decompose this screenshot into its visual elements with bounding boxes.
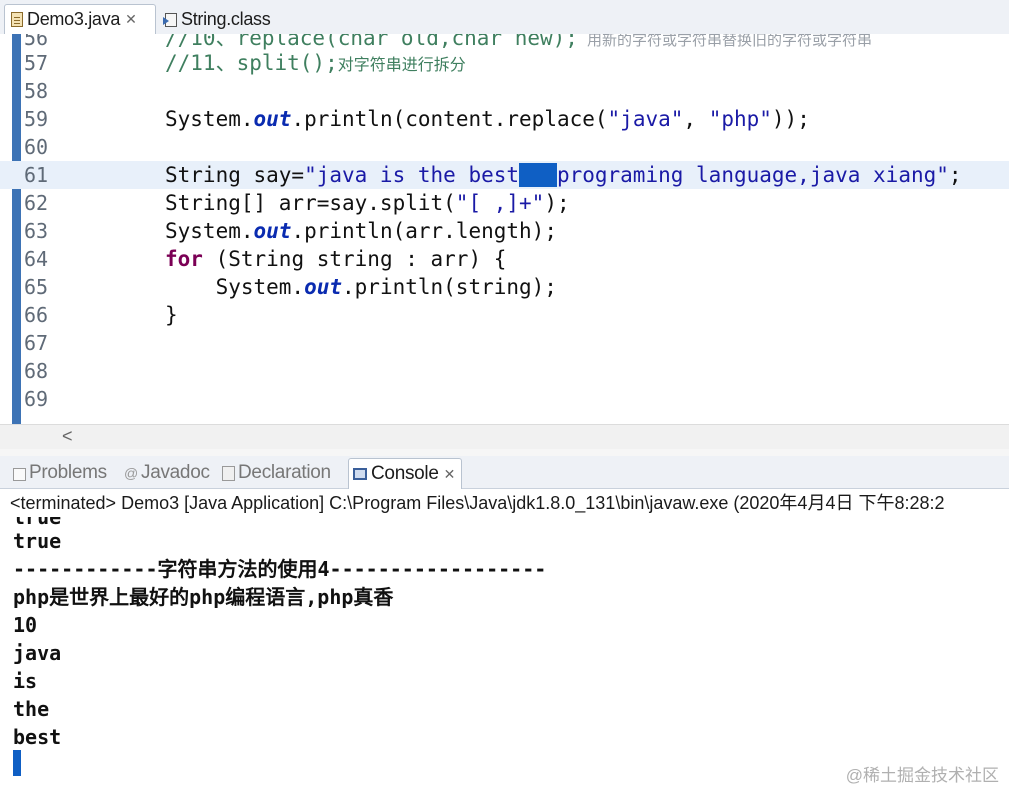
line-number: 64: [24, 247, 49, 271]
code-line[interactable]: 63 System.out.println(arr.length);: [0, 217, 1009, 245]
code-text: ;: [948, 163, 962, 187]
code-line[interactable]: 60: [0, 133, 1009, 161]
code-text: ));: [771, 107, 810, 131]
code-comment: //10、replace(char old,char new);: [165, 34, 578, 50]
tab-label: Problems: [29, 462, 107, 483]
code-field: out: [253, 107, 292, 131]
horizontal-scrollbar[interactable]: <: [0, 424, 1009, 450]
code-string: programing language,java xiang": [556, 163, 949, 187]
editor-tab-bar: Demo3.java ✕ String.class: [0, 0, 1009, 35]
tab-javadoc[interactable]: @ Javadoc: [124, 458, 210, 488]
code-text: System.: [165, 107, 254, 131]
code-text: ,: [683, 107, 709, 131]
tab-label: Demo3.java: [27, 9, 121, 29]
code-text: .println(content.replace(: [291, 107, 608, 131]
tab-declaration[interactable]: Declaration: [222, 458, 331, 488]
tab-problems[interactable]: Problems: [12, 458, 107, 488]
code-text: (String string : arr) {: [202, 247, 507, 271]
code-line-current[interactable]: 61 String say="java is the best programi…: [0, 161, 1009, 189]
line-number: 60: [24, 135, 49, 159]
code-comment: //11、split();: [165, 51, 338, 75]
watermark: @稀土掘金技术社区: [845, 766, 999, 785]
code-text: .println(string);: [342, 275, 557, 299]
tab-label: Declaration: [238, 462, 331, 483]
code-editor[interactable]: 56 //10、replace(char old,char new); 用新的字…: [0, 34, 1009, 424]
code-text: String say=: [165, 163, 305, 187]
javadoc-icon: @: [124, 465, 138, 481]
tab-label: String.class: [181, 8, 271, 29]
console-line: is: [13, 669, 38, 693]
code-line[interactable]: 65 System.out.println(string);: [0, 273, 1009, 301]
code-line[interactable]: 57 //11、split();对字符串进行拆分: [0, 49, 1009, 77]
code-line[interactable]: 67: [0, 329, 1009, 357]
code-line[interactable]: 59 System.out.println(content.replace("j…: [0, 105, 1009, 133]
tab-string-class[interactable]: String.class: [163, 4, 271, 34]
code-comment-cn: 对字符串进行拆分: [337, 55, 466, 74]
code-text: System.: [165, 219, 254, 243]
code-text: }: [165, 303, 178, 327]
tab-label: Console: [371, 463, 439, 484]
code-string: "java": [607, 107, 684, 131]
tab-demo3-java[interactable]: Demo3.java ✕: [4, 4, 156, 34]
close-icon[interactable]: ✕: [125, 11, 137, 28]
close-icon[interactable]: ✕: [444, 466, 456, 483]
bottom-panel-tab-bar: Problems @ Javadoc Declaration Console ✕: [0, 456, 1009, 489]
code-string: "php": [708, 107, 772, 131]
console-status-line: <terminated> Demo3 [Java Application] C:…: [0, 489, 1009, 517]
code-line[interactable]: 58: [0, 77, 1009, 105]
console-line: 10: [13, 613, 38, 637]
console-line: the: [13, 697, 50, 721]
console-line: best: [13, 725, 62, 749]
code-line[interactable]: 66 }: [0, 301, 1009, 329]
line-number: 63: [24, 219, 49, 243]
code-line[interactable]: 62 String[] arr=say.split("[ ,]+");: [0, 189, 1009, 217]
code-line[interactable]: 64 for (String string : arr) {: [0, 245, 1009, 273]
console-line: true: [13, 529, 62, 553]
code-comment-cn: 用新的字符或字符串替换旧的字符或字符串: [577, 34, 872, 49]
code-text: String[] arr=say.split(: [165, 191, 456, 215]
code-field: out: [253, 219, 292, 243]
line-number: 58: [24, 79, 49, 103]
code-text: System.: [165, 275, 305, 299]
console-line: php是世界上最好的php编程语言,php真香: [13, 585, 394, 609]
line-number: 67: [24, 331, 49, 355]
line-number: 62: [24, 191, 49, 215]
problems-icon: [12, 466, 26, 481]
code-text: .println(arr.length);: [291, 219, 557, 243]
line-number: 65: [24, 275, 49, 299]
scroll-left-arrow-icon[interactable]: <: [62, 426, 73, 447]
tab-console[interactable]: Console ✕: [348, 458, 463, 489]
code-string: "java is the best: [304, 163, 520, 187]
panel-divider[interactable]: [0, 449, 1009, 456]
code-keyword: for: [165, 247, 203, 271]
code-text: );: [544, 191, 570, 215]
line-number: 61: [24, 163, 49, 187]
console-icon: [353, 468, 367, 480]
class-file-icon: [163, 12, 178, 27]
line-number: 66: [24, 303, 49, 327]
console-line: ------------字符串方法的使用4------------------: [13, 557, 547, 581]
line-number: 68: [24, 359, 49, 383]
declaration-icon: [222, 465, 235, 481]
tab-label: Javadoc: [141, 462, 210, 483]
code-line[interactable]: 68: [0, 357, 1009, 385]
console-output[interactable]: true true ------------字符串方法的使用4---------…: [0, 517, 1009, 794]
line-number: 59: [24, 107, 49, 131]
code-line[interactable]: 69: [0, 385, 1009, 413]
line-number: 57: [24, 51, 49, 75]
console-line: java: [13, 641, 62, 665]
java-file-icon: [11, 12, 23, 27]
code-string: "[ ,]+": [455, 191, 545, 215]
text-selection: [519, 163, 557, 187]
code-field: out: [304, 275, 343, 299]
line-number: 69: [24, 387, 49, 411]
text-cursor: [13, 750, 21, 776]
